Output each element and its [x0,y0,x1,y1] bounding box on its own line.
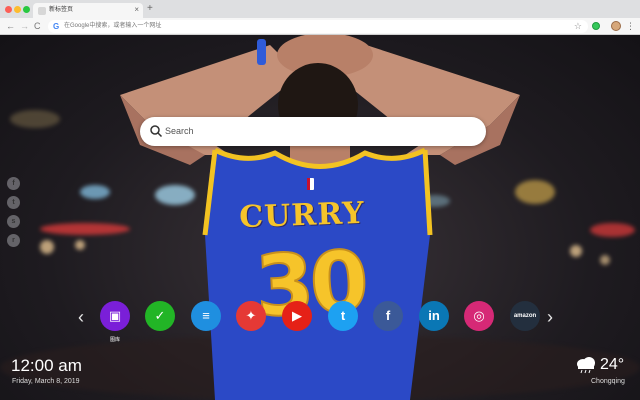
cloud-rain-icon [577,357,595,374]
dock-prev-button[interactable]: ‹ [78,307,84,327]
youtube-icon: ▶ [292,308,302,323]
clock-time: 12:00 am [11,356,82,375]
app-news[interactable]: ≡ [191,301,221,331]
tab-close-icon[interactable]: × [134,4,139,16]
reddit-share-icon[interactable]: r [7,234,20,247]
tab-new-tab[interactable]: 新标签页 × [33,3,143,18]
news-icon: ≡ [202,308,210,323]
linkedin-icon: in [428,308,440,323]
app-facebook[interactable]: f [373,301,403,331]
close-window-button[interactable] [5,6,12,13]
search-placeholder: Search [165,126,194,136]
app-amazon[interactable]: amazon [510,301,540,331]
twitter-share-icon[interactable]: t [7,196,20,209]
back-button[interactable]: ← [6,20,15,32]
app-game[interactable]: ✦ [236,301,266,331]
tab-strip: 新标签页 × + [0,0,640,18]
app-youtube[interactable]: ▶ [282,301,312,331]
app-instagram[interactable]: ◎ [464,301,494,331]
app-gallery[interactable]: ▣ [100,301,130,331]
social-share-list: f t s r [7,177,20,253]
tab-title: 新标签页 [49,7,74,13]
search-icon [150,125,163,138]
weather-temperature: 24° [600,356,625,373]
gallery-icon: ▣ [108,308,122,323]
browser-toolbar: ← → C G 在Google中搜索，或者输入一个网址 ☆ ⋮ [0,18,640,35]
app-twitter[interactable]: t [328,301,358,331]
twitter-icon: t [340,308,346,323]
new-tab-page: CURRY 30 Search f t s r ‹ › ▣ ✓ ≡ ✦ ▶ t … [0,35,640,400]
app-tasks[interactable]: ✓ [145,301,175,331]
google-icon: G [53,22,60,31]
app-gallery-label: 图库 [109,337,120,343]
search-input[interactable]: Search [140,117,486,146]
maximize-window-button[interactable] [23,6,30,13]
bookmark-star-icon[interactable]: ☆ [574,20,582,33]
browser-menu-icon[interactable]: ⋮ [626,20,635,32]
reload-button[interactable]: C [34,20,41,32]
dock-next-button[interactable]: › [547,307,553,327]
facebook-icon: f [385,308,391,323]
address-bar[interactable]: G 在Google中搜索，或者输入一个网址 ☆ [48,20,588,33]
address-placeholder: 在Google中搜索，或者输入一个网址 [64,23,162,29]
app-linkedin[interactable]: in [419,301,449,331]
tab-favicon-icon [38,7,46,15]
instagram-icon: ◎ [473,308,485,323]
snapchat-share-icon[interactable]: s [7,215,20,228]
profile-avatar[interactable] [611,21,621,31]
game-icon: ✦ [245,308,257,323]
minimize-window-button[interactable] [14,6,21,13]
tasks-icon: ✓ [154,308,166,323]
new-tab-button[interactable]: + [147,2,153,16]
clock-date: Friday, March 8, 2019 [12,378,80,385]
extension-icon[interactable] [592,22,600,30]
facebook-share-icon[interactable]: f [7,177,20,190]
jersey-name: CURRY [238,195,366,236]
forward-button[interactable]: → [20,20,29,32]
amazon-icon: amazon [513,313,537,319]
weather-city: Chongqing [591,378,625,385]
